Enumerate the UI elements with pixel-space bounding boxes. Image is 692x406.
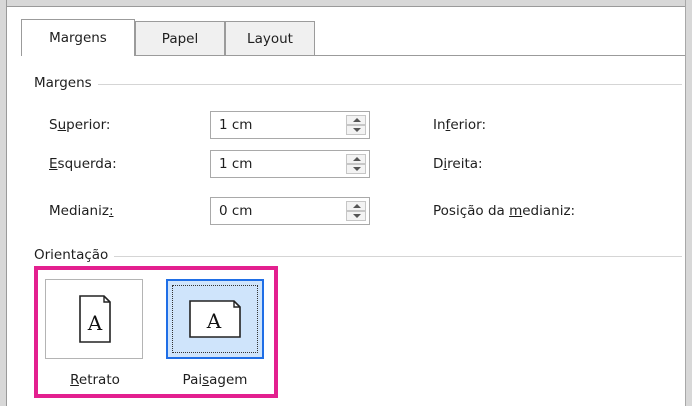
dialog-frame-top (0, 0, 692, 7)
left-margin-value[interactable]: 1 cm (219, 156, 252, 172)
left-margin-spinbox[interactable]: 1 cm (210, 150, 370, 178)
svg-text:A: A (87, 311, 103, 335)
spin-down-icon[interactable] (346, 164, 366, 174)
top-margin-value[interactable]: 1 cm (219, 117, 252, 133)
orientation-group-divider (34, 256, 682, 257)
tab-label: Margens (49, 30, 107, 46)
bottom-margin-label: Inferior: (433, 117, 487, 133)
tab-label: Layout (247, 30, 293, 47)
landscape-label[interactable]: Paisagem (160, 372, 270, 388)
dialog-frame-left (0, 0, 7, 406)
top-margin-spinbox[interactable]: 1 cm (210, 111, 370, 139)
tab-margens[interactable]: Margens (21, 19, 135, 56)
spin-up-icon[interactable] (346, 115, 366, 125)
left-margin-label: Esquerda: (49, 156, 117, 172)
tab-label: Papel (161, 30, 199, 47)
tab-layout[interactable]: Layout (225, 21, 315, 55)
spin-down-icon[interactable] (346, 211, 366, 221)
margins-group-title: Margens (34, 75, 98, 91)
spin-up-icon[interactable] (346, 201, 366, 211)
portrait-page-icon: A (79, 295, 111, 343)
right-margin-label: Direita: (433, 156, 483, 172)
gutter-spinbox[interactable]: 0 cm (210, 197, 370, 225)
top-margin-label: Superior: (49, 117, 111, 133)
gutter-position-label: Posição da medianiz: (433, 203, 576, 219)
gutter-label: Medianiz: (49, 203, 114, 219)
portrait-label[interactable]: Retrato (40, 372, 150, 388)
spin-up-icon[interactable] (346, 154, 366, 164)
tab-papel[interactable]: Papel (135, 21, 225, 55)
svg-text:A: A (206, 309, 222, 333)
margins-group-divider (34, 84, 682, 85)
portrait-button[interactable]: A (45, 279, 143, 359)
gutter-value[interactable]: 0 cm (219, 203, 252, 219)
spin-down-icon[interactable] (346, 125, 366, 135)
landscape-page-icon: A (189, 300, 241, 338)
landscape-button[interactable]: A (166, 279, 264, 359)
dialog-frame-right (685, 0, 692, 406)
orientation-group-title: Orientação (34, 247, 115, 263)
